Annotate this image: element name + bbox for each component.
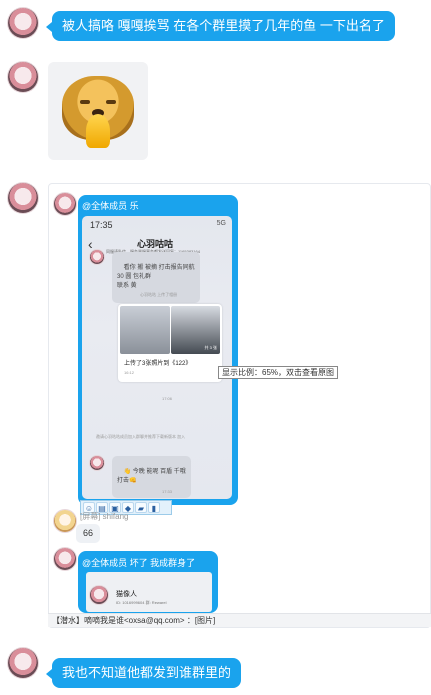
- screenshot-image[interactable]: 猫像人 ID: 1016999604 群: Rewarel: [86, 572, 212, 612]
- chat-bubble: 👋 今晚 能呢 百盾 千哦 打击👊: [112, 456, 191, 498]
- notice-text: 心羽咕咕 上传了相册: [140, 292, 178, 297]
- sticker-message[interactable]: [48, 62, 148, 160]
- signal-indicator: 5G: [216, 220, 226, 227]
- bookmark-icon[interactable]: ▮: [148, 502, 160, 513]
- forwarded-caption: @全体成员 坏了 我成群身了: [82, 558, 196, 568]
- avatar: [90, 586, 108, 604]
- avatar[interactable]: [54, 548, 76, 570]
- zoom-tooltip: 显示比例：65%，双击查看原图: [218, 366, 339, 379]
- screenshot-image[interactable]: 17:35 5G ‹ 心羽咕咕 同服请私信，服务器服事务都发送回复：116538…: [82, 216, 232, 499]
- album-card-title: 上传了3张照片到《122》: [124, 361, 192, 367]
- profile-subtitle: ID: 1016999604 群: Rewarel: [116, 600, 167, 605]
- status-time: 17:35: [90, 220, 113, 230]
- photo-thumbnail: 共 3 张: [171, 306, 220, 354]
- praying-hands-icon: [86, 114, 110, 148]
- photo-thumbnail: [120, 306, 170, 354]
- avatar[interactable]: [8, 8, 38, 38]
- message-bubble[interactable]: 我也不知道他都发到谁群里的: [45, 658, 242, 688]
- message-bubble[interactable]: 被人搞咯 嘎嘎挨骂 在各个群里摸了几年的鱼 一下出名了: [46, 11, 395, 41]
- system-notice: 邀请心羽咕咕成员加入群聊并推荐下载新版本 加入: [96, 434, 186, 439]
- avatar: [90, 250, 104, 264]
- avatar[interactable]: [54, 193, 76, 215]
- message-bubble[interactable]: 66: [76, 524, 100, 543]
- message-text: 我也不知道他都发到谁群里的: [62, 665, 232, 680]
- forwarded-caption: @全体成员 乐: [82, 201, 139, 211]
- avatar[interactable]: [54, 510, 76, 532]
- avatar[interactable]: [8, 648, 38, 678]
- message-text: 被人搞咯 嘎嘎挨骂 在各个群里摸了几年的鱼 一下出名了: [62, 18, 385, 33]
- album-card: 共 3 张 上传了3张照片到《122》 16:12: [118, 304, 222, 382]
- timestamp: 17:06: [162, 396, 173, 401]
- folder-icon[interactable]: ▰: [135, 502, 147, 513]
- sender-name: [屏幕] shifang: [80, 512, 129, 521]
- album-card-time: 16:12: [124, 370, 135, 375]
- avatar[interactable]: [8, 183, 38, 213]
- photo-count-badge: 共 3 张: [204, 345, 217, 350]
- timestamp: 17:33: [162, 489, 173, 494]
- profile-name: 猫像人: [116, 591, 137, 598]
- back-arrow-icon: ‹: [88, 236, 93, 252]
- forwarded-summary-bar[interactable]: 【潜水】嘀嘀我是谁<oxsa@qq.com> ：[图片]: [48, 613, 431, 627]
- summary-text: 【潜水】嘀嘀我是谁<oxsa@qq.com> ：[图片]: [52, 616, 216, 625]
- avatar[interactable]: [8, 62, 38, 92]
- avatar: [90, 456, 104, 470]
